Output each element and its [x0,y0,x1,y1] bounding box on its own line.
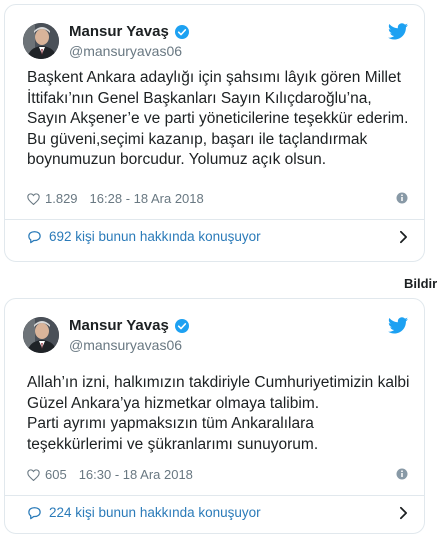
report-link[interactable]: Bildir [404,276,437,291]
conversation-link[interactable]: 224 kişi bunun hakkında konuşuyor [27,505,410,520]
author-name[interactable]: Mansur Yavaş [69,23,169,40]
avatar[interactable] [23,23,59,59]
chevron-right-icon[interactable] [399,506,408,520]
tweet-text-line: Güzel Ankara’ya hizmetkar olmaya talibim… [27,394,320,412]
tweet-text: Allah’ın izni, halkımızın takdiriyle Cum… [27,373,410,455]
tweet-text: Başkent Ankara adaylığı için şahsımı lây… [27,68,410,171]
info-icon[interactable] [396,468,408,480]
tweet-text-line: teşekkürlerimi ve şükranlarımı sunuyorum… [27,435,319,453]
divider [5,495,424,496]
tweet-card[interactable]: Mansur Yavaş @mansuryavas06 Başkent Anka… [4,4,425,262]
like-count[interactable]: 605 [45,467,67,482]
twitter-bird-icon[interactable] [388,317,408,334]
verified-badge-icon [174,318,189,333]
conversation-label[interactable]: 224 kişi bunun hakkında konuşuyor [49,505,261,520]
tweet-timestamp[interactable]: 16:28 - 18 Ara 2018 [90,191,204,206]
chevron-right-icon[interactable] [399,230,408,244]
tweet-text-line: Bu güveni,seçimi kazanıp, başarı ile taç… [27,130,368,148]
divider [5,219,424,220]
tweet-text-line: Başkent Ankara adaylığı için şahsımı lây… [27,69,401,86]
like-count[interactable]: 1.829 [45,191,78,206]
speech-bubble-icon [28,230,41,243]
author-name[interactable]: Mansur Yavaş [69,317,169,334]
tweet-text-line: Parti ayrımı yapmaksızın tüm Ankaralılar… [27,415,314,432]
info-icon[interactable] [396,192,408,204]
tweet-timestamp[interactable]: 16:30 - 18 Ara 2018 [79,467,193,482]
conversation-label[interactable]: 692 kişi bunun hakkında konuşuyor [49,229,261,244]
conversation-link[interactable]: 692 kişi bunun hakkında konuşuyor [27,229,410,244]
author-handle[interactable]: @mansuryavas06 [69,337,182,353]
twitter-bird-icon[interactable] [388,23,408,40]
verified-badge-icon [174,24,189,39]
tweet-meta: 605 16:30 - 18 Ara 2018 [27,467,408,482]
tweet-text-line: İttifakı’nın Genel Başkanları Sayın Kılı… [27,89,372,107]
tweet-text-line: Sayın Akşener’e ve parti yöneticilerine … [27,110,409,127]
heart-icon[interactable] [27,192,40,205]
tweet-meta: 1.829 16:28 - 18 Ara 2018 [27,191,408,206]
tweet-header: Mansur Yavaş @mansuryavas06 [5,299,424,357]
tweet-text-line: boynumuzun borcudur. Yolumuz açık olsun. [27,151,326,168]
tweet-header: Mansur Yavaş @mansuryavas06 [5,5,424,63]
tweet-text-line: Allah’ın izni, halkımızın takdiriyle Cum… [27,374,410,391]
tweet-card[interactable]: Mansur Yavaş @mansuryavas06 Allah’ın izn… [4,298,425,534]
heart-icon[interactable] [27,468,40,481]
author-handle[interactable]: @mansuryavas06 [69,43,182,59]
speech-bubble-icon [28,506,41,519]
avatar[interactable] [23,317,59,353]
